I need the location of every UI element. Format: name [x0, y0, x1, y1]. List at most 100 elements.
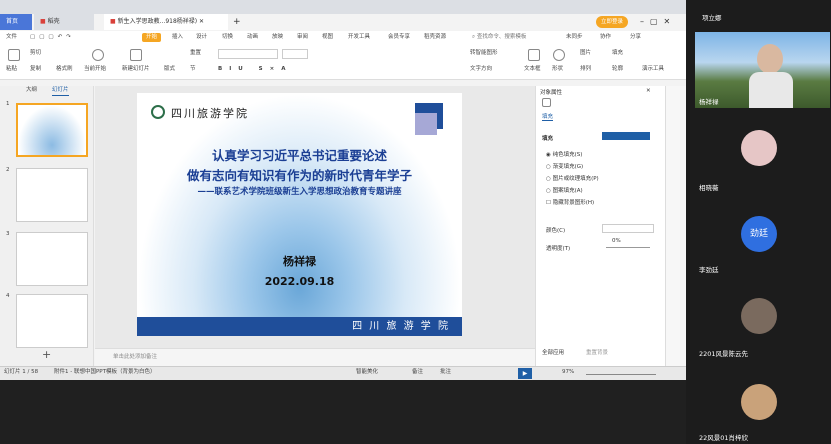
- picture-fill-option[interactable]: ○ 图片或纹理填充(P): [546, 174, 599, 182]
- reset-background-button[interactable]: 重置背景: [586, 348, 608, 356]
- textbox-button[interactable]: 文本框: [524, 65, 541, 74]
- text-direction-button[interactable]: 文字方向: [470, 65, 492, 74]
- arrange-button[interactable]: 排列: [580, 65, 591, 74]
- outline-button[interactable]: 轮廓: [612, 65, 623, 74]
- font-style-icons[interactable]: BIU S×A: [218, 65, 292, 74]
- play-icon[interactable]: [92, 49, 104, 61]
- slide-title-line1: 认真学习习近平总书记重要论述: [211, 148, 387, 163]
- tab-home[interactable]: 首页: [0, 14, 32, 30]
- search-placeholder: 查找命令、搜索模板: [476, 34, 527, 40]
- solid-fill-option[interactable]: ◉ 纯色填充(S): [546, 150, 582, 158]
- fill-button[interactable]: 填充: [612, 49, 623, 58]
- reset-button[interactable]: 重置: [190, 49, 201, 58]
- tab-slideshow[interactable]: 放映: [272, 33, 283, 42]
- slides-tab[interactable]: 幻灯片: [52, 86, 69, 96]
- window-controls[interactable]: –▢✕: [640, 14, 676, 30]
- new-slide-button[interactable]: 新建幻灯片: [122, 65, 150, 74]
- fill-color-swatch[interactable]: [602, 132, 650, 140]
- format-painter-button[interactable]: 格式刷: [56, 65, 73, 74]
- slide-thumbnail-4[interactable]: [16, 294, 88, 348]
- slide-thumbnail-3[interactable]: [16, 232, 88, 286]
- to-smartart-button[interactable]: 转智能图形: [470, 49, 498, 58]
- fill-tab[interactable]: 填充: [542, 112, 554, 121]
- tab-insert[interactable]: 插入: [172, 33, 183, 42]
- right-tool-strip[interactable]: [665, 86, 686, 366]
- slide-thumbnail-2[interactable]: [16, 168, 88, 222]
- tab-start[interactable]: 开始: [142, 33, 162, 42]
- avatar: [741, 130, 777, 166]
- tab-docer-label: 稻壳: [47, 18, 60, 25]
- participant-3[interactable]: 相晓薇: [695, 116, 830, 194]
- fill-section-label: 填充: [542, 136, 554, 142]
- current-slide[interactable]: 四川旅游学院 认真学习习近平总书记重要论述 做有志向有知识有作为的新时代青年学子…: [137, 93, 462, 336]
- participant-6[interactable]: 22风景01肖梓欣: [695, 370, 830, 444]
- fill-bucket-icon[interactable]: [542, 98, 551, 107]
- tab-document[interactable]: ■ 新生入学思政教...918杨祥禄) ✕: [104, 14, 228, 30]
- share-button[interactable]: 分享: [630, 33, 641, 42]
- gradient-fill-option[interactable]: ○ 渐变填充(G): [546, 162, 583, 170]
- tab-docer[interactable]: ■ 稻壳: [34, 14, 94, 30]
- search-commands[interactable]: ⌕ 查找命令、搜索模板: [472, 33, 526, 42]
- picture-fill-label: 图片或纹理填充(P): [552, 176, 599, 182]
- slide-thumbnail-1[interactable]: [16, 103, 88, 157]
- notes-pane[interactable]: 单击此处添加备注: [95, 348, 535, 366]
- participant-4[interactable]: 劲廷 李劲廷: [695, 200, 830, 278]
- add-slide-button[interactable]: +: [42, 348, 51, 361]
- comment-toggle[interactable]: 批注: [440, 368, 451, 377]
- tab-docer-resources[interactable]: 稻壳资源: [424, 33, 446, 42]
- show-tools-button[interactable]: 演示工具: [642, 65, 664, 74]
- play-slideshow-icon[interactable]: ▶: [518, 368, 532, 379]
- section-button[interactable]: 节: [190, 65, 196, 74]
- apply-all-button[interactable]: 全部应用: [542, 348, 564, 356]
- smart-beautify-button[interactable]: 智能美化: [356, 368, 378, 377]
- ribbon-toolbar: 粘贴 剪切 复制 格式刷 当前开始 新建幻灯片 版式 节 重置 BIU S×A …: [0, 45, 686, 80]
- participant-name: 2201风景陈云先: [699, 350, 749, 358]
- color-select[interactable]: [602, 224, 654, 233]
- participant-5[interactable]: 2201风景陈云先: [695, 284, 830, 362]
- copy-button[interactable]: 复制: [30, 65, 41, 74]
- font-size-select[interactable]: [282, 49, 308, 59]
- close-panel-icon[interactable]: ✕: [646, 88, 651, 94]
- speaker-face: [757, 44, 783, 74]
- file-menu[interactable]: 文件: [6, 33, 17, 42]
- zoom-level[interactable]: 97%: [562, 368, 574, 377]
- shape-button[interactable]: 形状: [552, 65, 563, 74]
- login-button[interactable]: 立即登录: [596, 16, 628, 28]
- transparency-slider[interactable]: [606, 247, 650, 248]
- quick-access-icons[interactable]: ▢▢▢↶↷: [30, 33, 75, 42]
- hide-bg-checkbox[interactable]: ☐ 隐藏背景图形(H): [546, 198, 594, 206]
- tab-design[interactable]: 设计: [196, 33, 207, 42]
- tab-review[interactable]: 审阅: [297, 33, 308, 42]
- meeting-background: [0, 380, 686, 444]
- notes-toggle[interactable]: 备注: [412, 368, 423, 377]
- participant-2-video[interactable]: 杨祥禄: [695, 32, 830, 108]
- tab-member[interactable]: 会员专享: [388, 33, 410, 42]
- picture-button[interactable]: 图片: [580, 49, 591, 58]
- pattern-fill-option[interactable]: ○ 图案填充(A): [546, 186, 583, 194]
- font-name-select[interactable]: [218, 49, 278, 59]
- slide-footer-band: 四 川 旅 游 学 院: [137, 317, 462, 336]
- textbox-icon[interactable]: [528, 49, 540, 61]
- slide-number-1: 1: [6, 101, 10, 107]
- outline-tab[interactable]: 大纲: [26, 86, 37, 95]
- status-bar: 幻灯片 1 / 58 附件1 - 联想中国PPT模板（背景为白色） 智能美化 备…: [0, 366, 686, 380]
- tab-animation[interactable]: 动画: [247, 33, 258, 42]
- cut-button[interactable]: 剪切: [30, 49, 41, 58]
- unsynced-status[interactable]: 未同步: [566, 33, 583, 42]
- transparency-label: 透明度(T): [546, 246, 571, 252]
- layout-button[interactable]: 版式: [164, 65, 175, 74]
- presentation-app: 首页 ■ 稻壳 ■ 新生入学思政教...918杨祥禄) ✕ + 立即登录 –▢✕…: [0, 0, 686, 380]
- tab-transition[interactable]: 切换: [222, 33, 233, 42]
- from-current-button[interactable]: 当前开始: [84, 65, 106, 74]
- collab-button[interactable]: 协作: [600, 33, 611, 42]
- participant-name: 李劲廷: [699, 266, 719, 274]
- zoom-slider[interactable]: [586, 374, 656, 375]
- new-slide-icon[interactable]: [130, 49, 142, 61]
- new-tab-button[interactable]: +: [233, 14, 241, 30]
- tab-developer[interactable]: 开发工具: [348, 33, 370, 42]
- page-indicator: 幻灯片 1 / 58: [4, 369, 39, 375]
- participant-1[interactable]: 项立娜: [694, 6, 829, 28]
- paste-icon[interactable]: [8, 49, 20, 61]
- shape-icon[interactable]: [553, 49, 565, 61]
- tab-view[interactable]: 视图: [322, 33, 333, 42]
